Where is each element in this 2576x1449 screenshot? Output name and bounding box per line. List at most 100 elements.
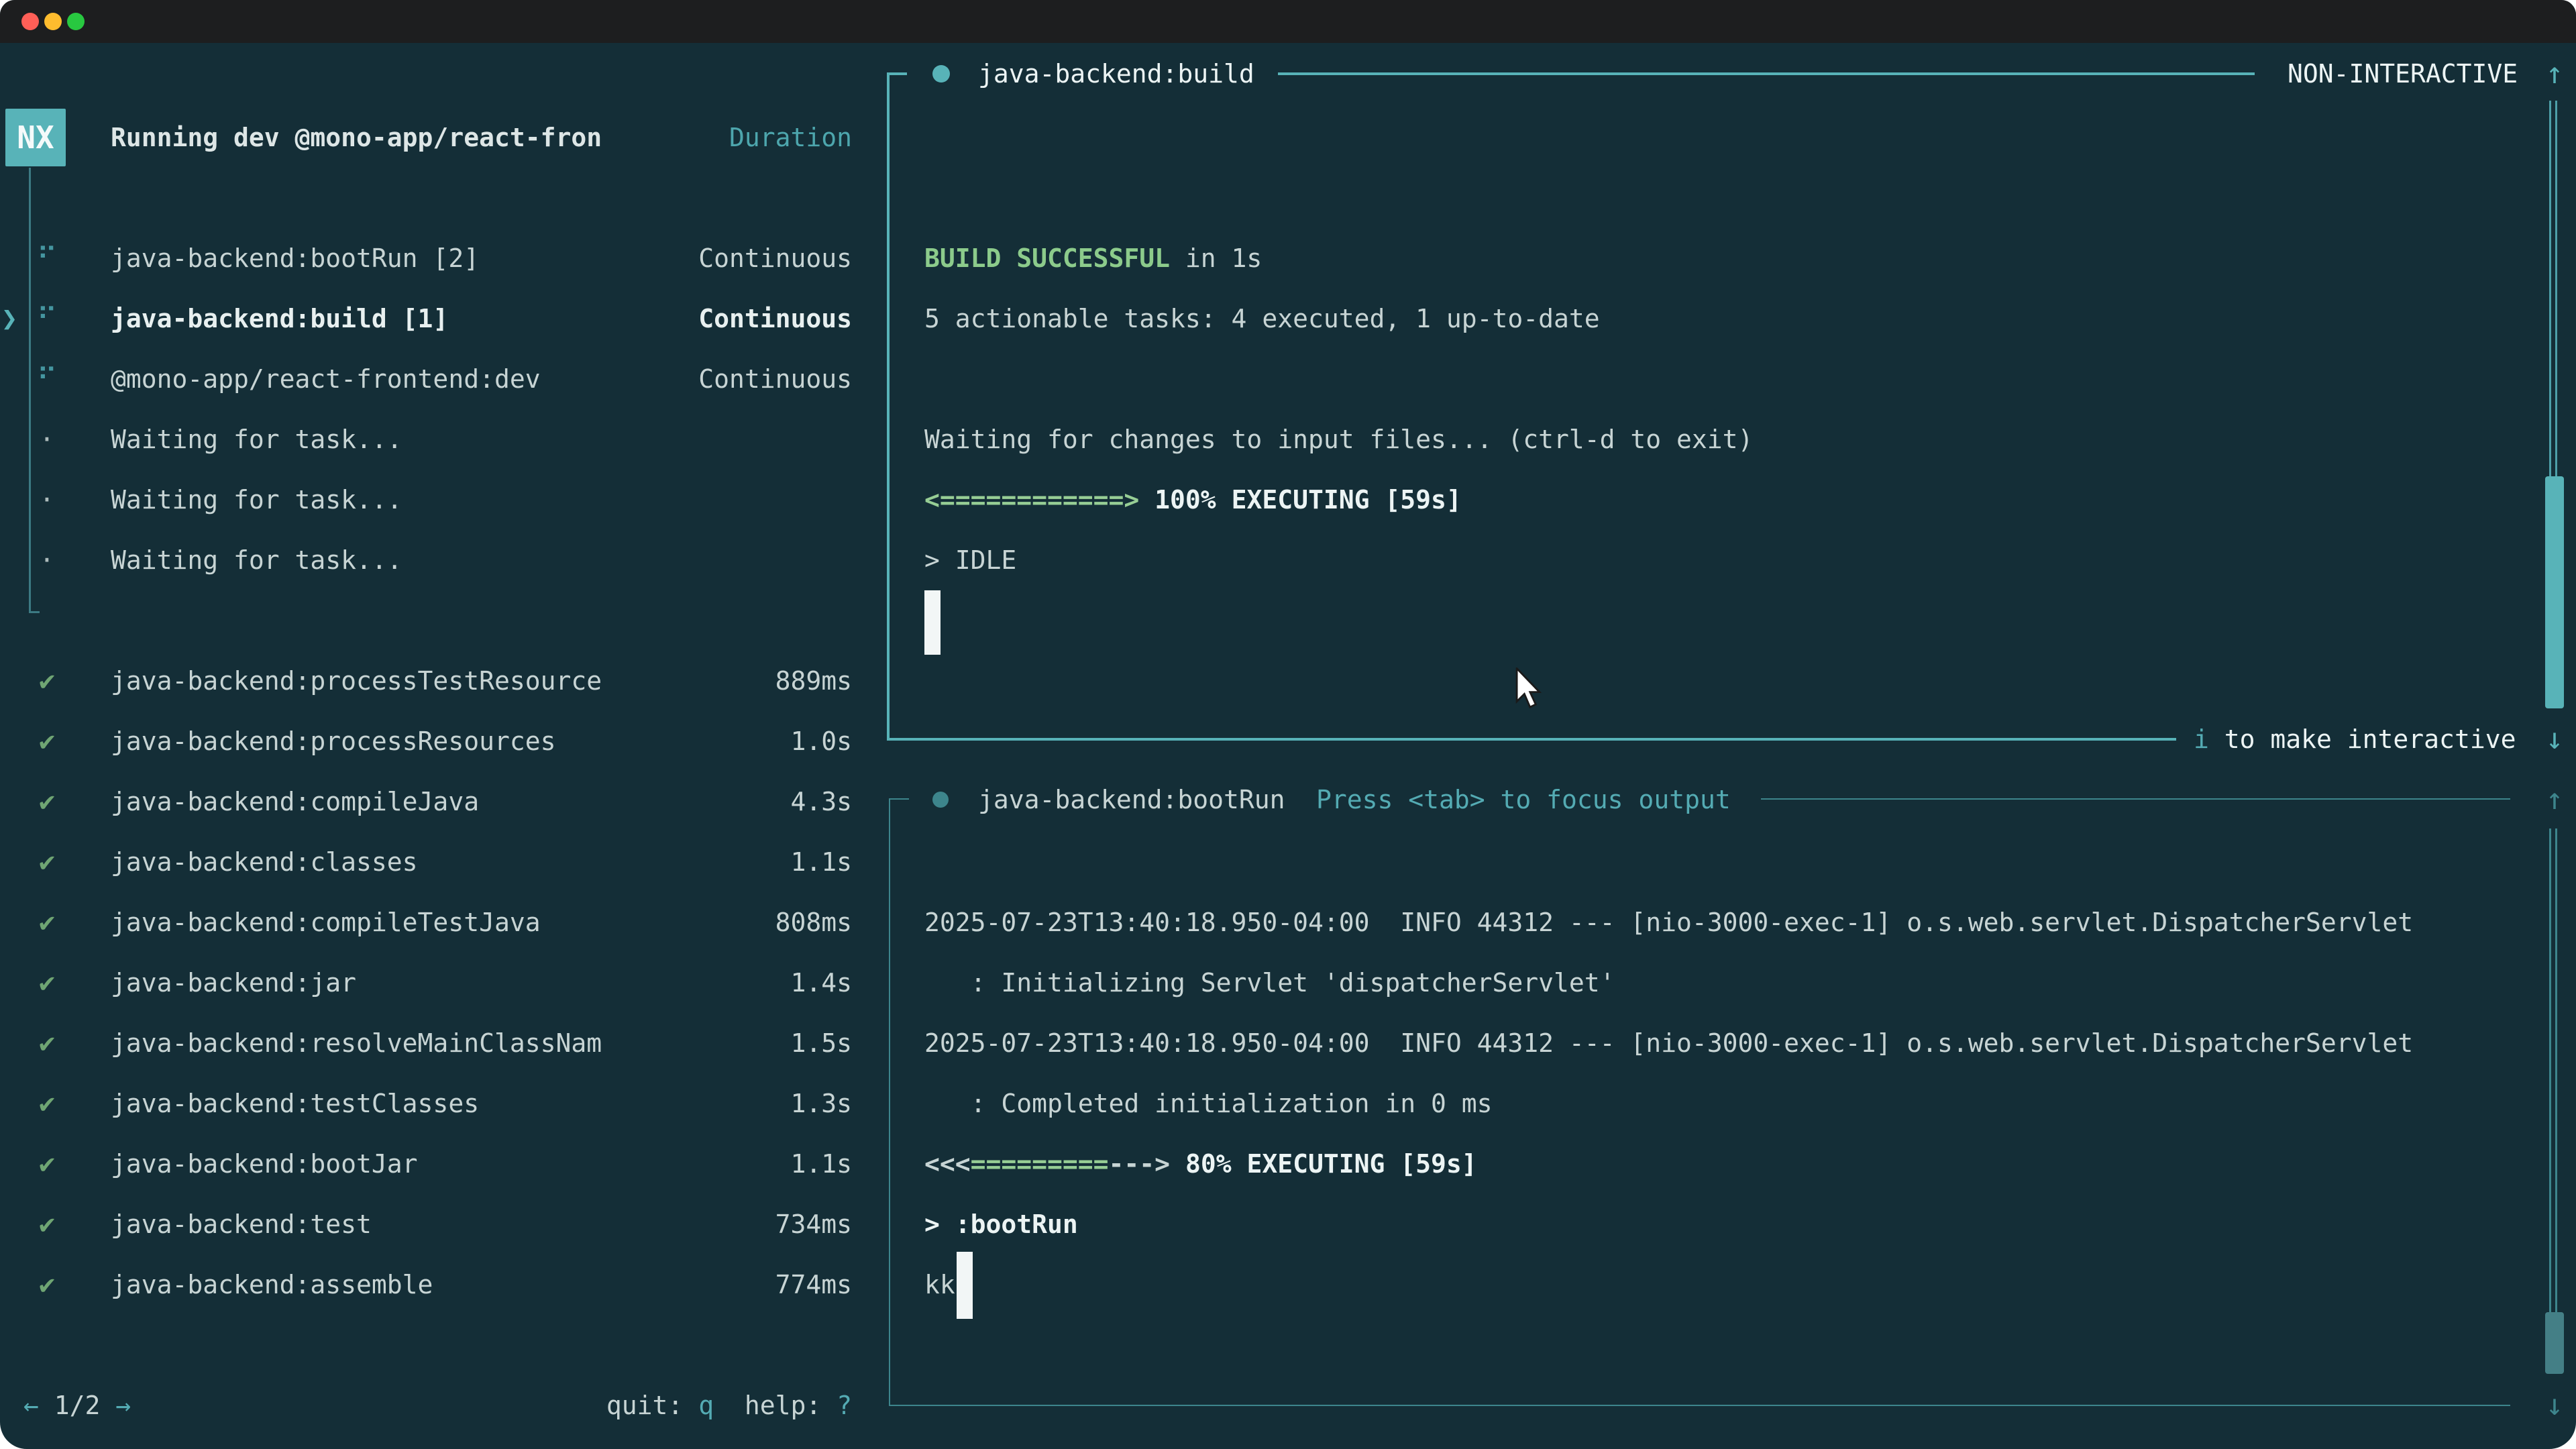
- scroll-up-icon[interactable]: ↑: [2537, 44, 2572, 104]
- task-duration: 808ms: [775, 892, 852, 953]
- task-row[interactable]: ✔ java-backend:compileTestJava 808ms: [0, 892, 859, 953]
- task-label: java-backend:compileTestJava: [111, 892, 775, 953]
- key-hints: quit: q help: ?: [606, 1375, 852, 1436]
- task-row[interactable]: ✔ java-backend:resolveMainClassNam 1.5s: [0, 1013, 859, 1073]
- task-label: java-backend:assemble: [111, 1254, 775, 1315]
- task-row[interactable]: · Waiting for task...: [0, 409, 859, 470]
- spinner-icon: ⠋: [27, 349, 67, 409]
- scrollbar-thumb[interactable]: [2545, 476, 2564, 708]
- scroll-down-icon[interactable]: ↓: [2537, 1375, 2572, 1436]
- help-label: help:: [714, 1391, 837, 1420]
- task-row[interactable]: ✔ java-backend:test 734ms: [0, 1194, 859, 1254]
- progress-bar: <============>: [924, 485, 1139, 515]
- interactive-hint: i to make interactive: [2194, 709, 2516, 769]
- bootrun-progress-line: <<<=========---> 80% EXECUTING [59s]: [924, 1134, 1477, 1194]
- build-pane-title: java-backend:build: [978, 44, 1254, 104]
- scroll-down-icon[interactable]: ↓: [2537, 709, 2572, 769]
- task-list: ⠋ java-backend:bootRun [2] Continuous ⠋ …: [0, 228, 859, 1315]
- build-waiting-line: Waiting for changes to input files... (c…: [924, 409, 1753, 470]
- task-row[interactable]: ✔ java-backend:processTestResource 889ms: [0, 651, 859, 711]
- build-pane-border: [887, 72, 890, 741]
- waiting-dot-icon: ·: [27, 409, 67, 470]
- task-duration: 1.4s: [790, 953, 852, 1013]
- nx-logo: NX: [5, 109, 66, 166]
- task-label: java-backend:bootRun [2]: [111, 228, 698, 288]
- task-duration: Continuous: [698, 228, 852, 288]
- task-row[interactable]: ✔ java-backend:processResources 1.0s: [0, 711, 859, 771]
- task-status-bullet-icon: [932, 792, 949, 808]
- check-icon: ✔: [27, 832, 67, 892]
- title-bar: [0, 0, 2576, 43]
- check-icon: ✔: [27, 651, 67, 711]
- task-label: java-backend:jar: [111, 953, 790, 1013]
- check-icon: ✔: [27, 953, 67, 1013]
- build-pane-header-rule: [1278, 72, 2255, 75]
- build-progress-line: <============> 100% EXECUTING [59s]: [924, 470, 1462, 530]
- terminal-cursor: [924, 590, 941, 655]
- task-row[interactable]: ⠋ java-backend:bootRun [2] Continuous: [0, 228, 859, 288]
- task-duration: Continuous: [698, 349, 852, 409]
- check-icon: ✔: [27, 771, 67, 832]
- task-label: java-backend:compileJava: [111, 771, 790, 832]
- check-icon: ✔: [27, 892, 67, 953]
- non-interactive-badge: NON-INTERACTIVE: [2288, 44, 2518, 104]
- task-row[interactable]: ✔ java-backend:compileJava 4.3s: [0, 771, 859, 832]
- build-pane-border: [887, 738, 2176, 741]
- bootrun-input-text[interactable]: kk: [924, 1254, 955, 1315]
- build-status-line: BUILD SUCCESSFUL in 1s: [924, 228, 1262, 288]
- scroll-up-icon[interactable]: ↑: [2537, 769, 2572, 830]
- page-left-arrow-icon[interactable]: ←: [23, 1391, 39, 1420]
- minimize-button-icon[interactable]: [44, 13, 62, 30]
- page-number: 1/2: [54, 1391, 101, 1420]
- log-line: 2025-07-23T13:40:18.950-04:00 INFO 44312…: [924, 892, 2413, 953]
- quit-label: quit:: [606, 1391, 698, 1420]
- spinner-icon: ⠋: [27, 228, 67, 288]
- check-icon: ✔: [27, 1073, 67, 1134]
- task-duration: 1.3s: [790, 1073, 852, 1134]
- task-duration: 4.3s: [790, 771, 852, 832]
- group-spacer: [0, 590, 859, 651]
- task-row-selected[interactable]: ⠋ java-backend:build [1] Continuous: [0, 288, 859, 349]
- build-successful-text: BUILD SUCCESSFUL: [924, 244, 1170, 273]
- task-row[interactable]: ⠋ @mono-app/react-frontend:dev Continuou…: [0, 349, 859, 409]
- close-button-icon[interactable]: [21, 13, 39, 30]
- log-line: : Initializing Servlet 'dispatcherServle…: [924, 953, 1615, 1013]
- build-time-text: in 1s: [1170, 244, 1262, 273]
- task-row[interactable]: ✔ java-backend:bootJar 1.1s: [0, 1134, 859, 1194]
- task-row[interactable]: ✔ java-backend:assemble 774ms: [0, 1254, 859, 1315]
- terminal-window: NX Running dev @mono-app/react-fron Dura…: [0, 0, 2576, 1449]
- task-duration: 1.1s: [790, 832, 852, 892]
- bootrun-pane-title: java-backend:bootRun: [978, 769, 1285, 830]
- focus-output-hint: Press <tab> to focus output: [1316, 769, 1731, 830]
- check-icon: ✔: [27, 1254, 67, 1315]
- zoom-button-icon[interactable]: [67, 13, 85, 30]
- page-right-arrow-icon[interactable]: →: [115, 1391, 131, 1420]
- scrollbar-track[interactable]: [2549, 828, 2551, 1372]
- scrollbar-thumb[interactable]: [2545, 1312, 2564, 1374]
- task-row[interactable]: ✔ java-backend:testClasses 1.3s: [0, 1073, 859, 1134]
- build-idle-line: > IDLE: [924, 530, 1016, 590]
- task-row[interactable]: ✔ java-backend:jar 1.4s: [0, 953, 859, 1013]
- task-label: java-backend:build [1]: [111, 288, 698, 349]
- task-row[interactable]: · Waiting for task...: [0, 470, 859, 530]
- progress-prefix: <<<: [924, 1149, 971, 1179]
- interactive-hint-key: i: [2194, 724, 2209, 754]
- check-icon: ✔: [27, 1134, 67, 1194]
- check-icon: ✔: [27, 1194, 67, 1254]
- task-label: java-backend:testClasses: [111, 1073, 790, 1134]
- check-icon: ✔: [27, 1013, 67, 1073]
- bootrun-pane-border: [889, 798, 909, 800]
- scrollbar-track[interactable]: [2555, 828, 2557, 1372]
- progress-label: 80% EXECUTING [59s]: [1170, 1149, 1477, 1179]
- task-row[interactable]: ✔ java-backend:classes 1.1s: [0, 832, 859, 892]
- bootrun-pane-border: [889, 1405, 2510, 1406]
- task-duration: 1.1s: [790, 1134, 852, 1194]
- page-indicator: [39, 1391, 54, 1420]
- task-row[interactable]: · Waiting for task...: [0, 530, 859, 590]
- interactive-hint-text: to make interactive: [2209, 724, 2516, 754]
- mouse-pointer-icon: [1513, 667, 1544, 709]
- check-icon: ✔: [27, 711, 67, 771]
- progress-bar: =========: [971, 1149, 1109, 1179]
- build-summary-line: 5 actionable tasks: 4 executed, 1 up-to-…: [924, 288, 1600, 349]
- task-label: Waiting for task...: [111, 530, 852, 590]
